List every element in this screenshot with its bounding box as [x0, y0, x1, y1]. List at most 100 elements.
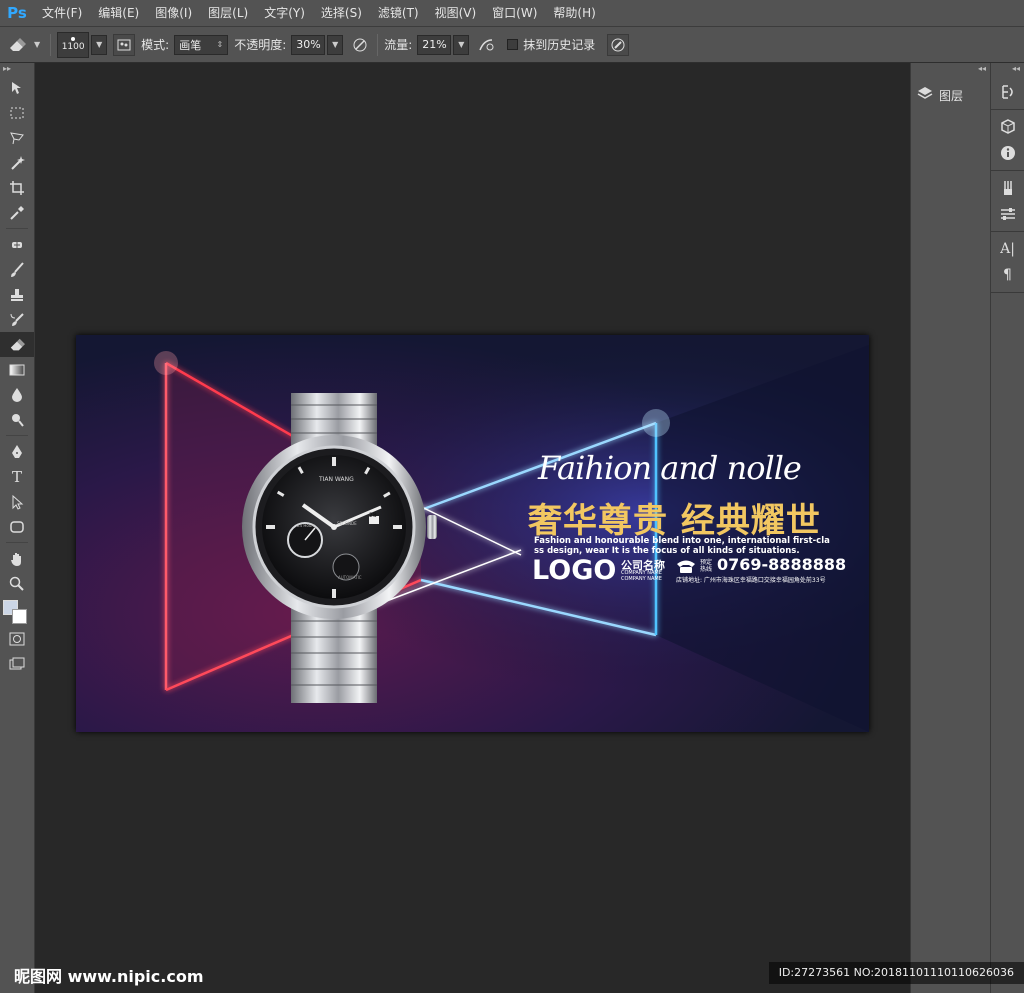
path-selection-tool-icon[interactable] [0, 489, 34, 514]
menu-view[interactable]: 视图(V) [427, 0, 485, 27]
mode-updown-icon: ⇕ [216, 40, 224, 49]
tools-collapse-icon[interactable]: ▸▸ [0, 63, 34, 75]
mode-label: 模式: [141, 38, 170, 52]
store-address: 店铺地址: 广州市海珠区幸福路口交接幸福园角处前33号 [676, 577, 826, 584]
iconstrip-group: A| ¶ [991, 232, 1024, 293]
panel-dock: ◂◂ 图层 [910, 63, 990, 993]
zoom-tool-icon[interactable] [0, 571, 34, 596]
tools-divider [6, 542, 28, 543]
history-brush-tool-icon[interactable] [0, 307, 34, 332]
character-panel-icon[interactable]: A| [991, 236, 1024, 262]
brush-tool-icon[interactable] [0, 257, 34, 282]
type-tool-icon[interactable]: T [0, 464, 34, 489]
iconstrip-group [991, 171, 1024, 232]
options-divider [50, 33, 52, 56]
menu-image[interactable]: 图像(I) [147, 0, 200, 27]
lasso-tool-icon[interactable] [0, 125, 34, 150]
pressure-opacity-icon[interactable] [349, 34, 371, 56]
3d-panel-icon[interactable] [991, 114, 1024, 140]
watermark-bar: 昵图网 www.nipic.com ID:27273561 NO:2018110… [0, 958, 1024, 993]
paragraph-panel-icon[interactable]: ¶ [991, 262, 1024, 288]
color-swatches [0, 596, 34, 626]
gradient-tool-icon[interactable] [0, 357, 34, 382]
rectangle-tool-icon[interactable] [0, 514, 34, 539]
menu-file[interactable]: 文件(F) [34, 0, 90, 27]
airbrush-icon[interactable] [475, 34, 497, 56]
body-line-1: Fashion and honourable blend into one, i… [534, 536, 830, 546]
menu-bar: Ps 文件(F) 编辑(E) 图像(I) 图层(L) 文字(Y) 选择(S) 滤… [0, 0, 1024, 27]
brush-panel-toggle-icon[interactable] [113, 33, 136, 56]
script-title: Faihion and nolle [538, 449, 802, 487]
options-bar: ▼ 1100 ▼ 模式: 画笔 ⇕ 不透明度: 30% ▼ 流量: 21% ▼ … [0, 27, 1024, 63]
iconstrip-collapse-icon[interactable]: ◂◂ [991, 63, 1024, 75]
canvas-area[interactable]: TIAN WANG 24 Hours SECONDE 28 AUTOMATIC … [36, 63, 910, 993]
eyedropper-tool-icon[interactable] [0, 200, 34, 225]
watermark-site: 昵图网 www.nipic.com [14, 967, 204, 986]
phone-icon [677, 560, 695, 573]
hand-tool-icon[interactable] [0, 546, 34, 571]
watch-date-text: 28 [369, 512, 377, 519]
menu-window[interactable]: 窗口(W) [484, 0, 545, 27]
menu-select[interactable]: 选择(S) [313, 0, 370, 27]
tools-divider [6, 435, 28, 436]
document-canvas[interactable]: TIAN WANG 24 Hours SECONDE 28 AUTOMATIC … [76, 335, 869, 732]
screen-mode-icon[interactable] [0, 651, 34, 676]
watch-automatic-text: AUTOMATIC [338, 575, 362, 580]
erase-to-history-checkbox[interactable] [507, 39, 519, 50]
layers-panel-tab[interactable]: 图层 [917, 83, 984, 107]
preset-dropdown-arrow-icon[interactable]: ▼ [34, 40, 40, 49]
tools-divider [6, 228, 28, 229]
brush-size-value: 1100 [61, 42, 85, 52]
clone-stamp-tool-icon[interactable] [0, 282, 34, 307]
pressure-size-icon[interactable] [607, 33, 630, 56]
iconstrip-group [991, 110, 1024, 171]
headline: 奢华尊贵 经典耀世 [528, 501, 821, 541]
brush-tip-icon [71, 37, 76, 41]
photoshop-window: Ps 文件(F) 编辑(E) 图像(I) 图层(L) 文字(Y) 选择(S) 滤… [0, 0, 1024, 993]
blur-tool-icon[interactable] [0, 382, 34, 407]
opacity-dropdown[interactable]: ▼ [327, 34, 344, 55]
phone-number: 0769-8888888 [717, 555, 847, 574]
history-panel-icon[interactable] [991, 79, 1024, 105]
company-name-en-2: COMPANY NAME [621, 576, 662, 582]
opacity-label: 不透明度: [234, 38, 287, 52]
menu-layer[interactable]: 图层(L) [200, 0, 256, 27]
eraser-tool-preset-icon[interactable] [0, 27, 34, 63]
background-color-swatch[interactable] [12, 609, 27, 624]
quick-mask-icon[interactable] [0, 626, 34, 651]
panel-icon-strip: ◂◂ A| ¶ [990, 63, 1024, 993]
watermark-id: ID:27273561 NO:20181101110110626036 [768, 962, 1024, 984]
dodge-tool-icon[interactable] [0, 407, 34, 432]
crop-tool-icon[interactable] [0, 175, 34, 200]
tools-panel: ▸▸ T [0, 63, 35, 993]
brush-size-dropdown[interactable]: ▼ [91, 34, 108, 55]
healing-brush-tool-icon[interactable] [0, 232, 34, 257]
info-panel-icon[interactable] [991, 140, 1024, 166]
panel-collapse-icon[interactable]: ◂◂ [911, 63, 990, 75]
flow-input[interactable]: 21% [417, 34, 452, 55]
menu-filter[interactable]: 滤镜(T) [370, 0, 427, 27]
mode-select[interactable]: 画笔 ⇕ [174, 34, 229, 55]
adjustments-panel-icon[interactable] [991, 201, 1024, 227]
brush-presets-icon[interactable] [991, 175, 1024, 201]
hotline-label: 预定 热线 [700, 559, 712, 573]
magic-wand-tool-icon[interactable] [0, 150, 34, 175]
pen-tool-icon[interactable] [0, 439, 34, 464]
watch-illustration [242, 393, 437, 703]
watch-subdial-right-text: SECONDE [337, 521, 357, 526]
options-divider [377, 33, 379, 56]
menu-type[interactable]: 文字(Y) [256, 0, 313, 27]
marquee-tool-icon[interactable] [0, 100, 34, 125]
opacity-input[interactable]: 30% [291, 34, 326, 55]
move-tool-icon[interactable] [0, 75, 34, 100]
brush-size-picker[interactable]: 1100 [57, 31, 90, 58]
mode-value: 画笔 [179, 38, 202, 52]
menu-help[interactable]: 帮助(H) [545, 0, 603, 27]
hotline-label-1: 预定 [700, 559, 713, 566]
menu-edit[interactable]: 编辑(E) [90, 0, 147, 27]
watch-brand-text: TIAN WANG [319, 476, 354, 483]
flow-dropdown[interactable]: ▼ [453, 34, 470, 55]
flow-label: 流量: [384, 38, 413, 52]
layers-label: 图层 [939, 88, 964, 103]
eraser-tool-icon[interactable] [0, 332, 34, 357]
